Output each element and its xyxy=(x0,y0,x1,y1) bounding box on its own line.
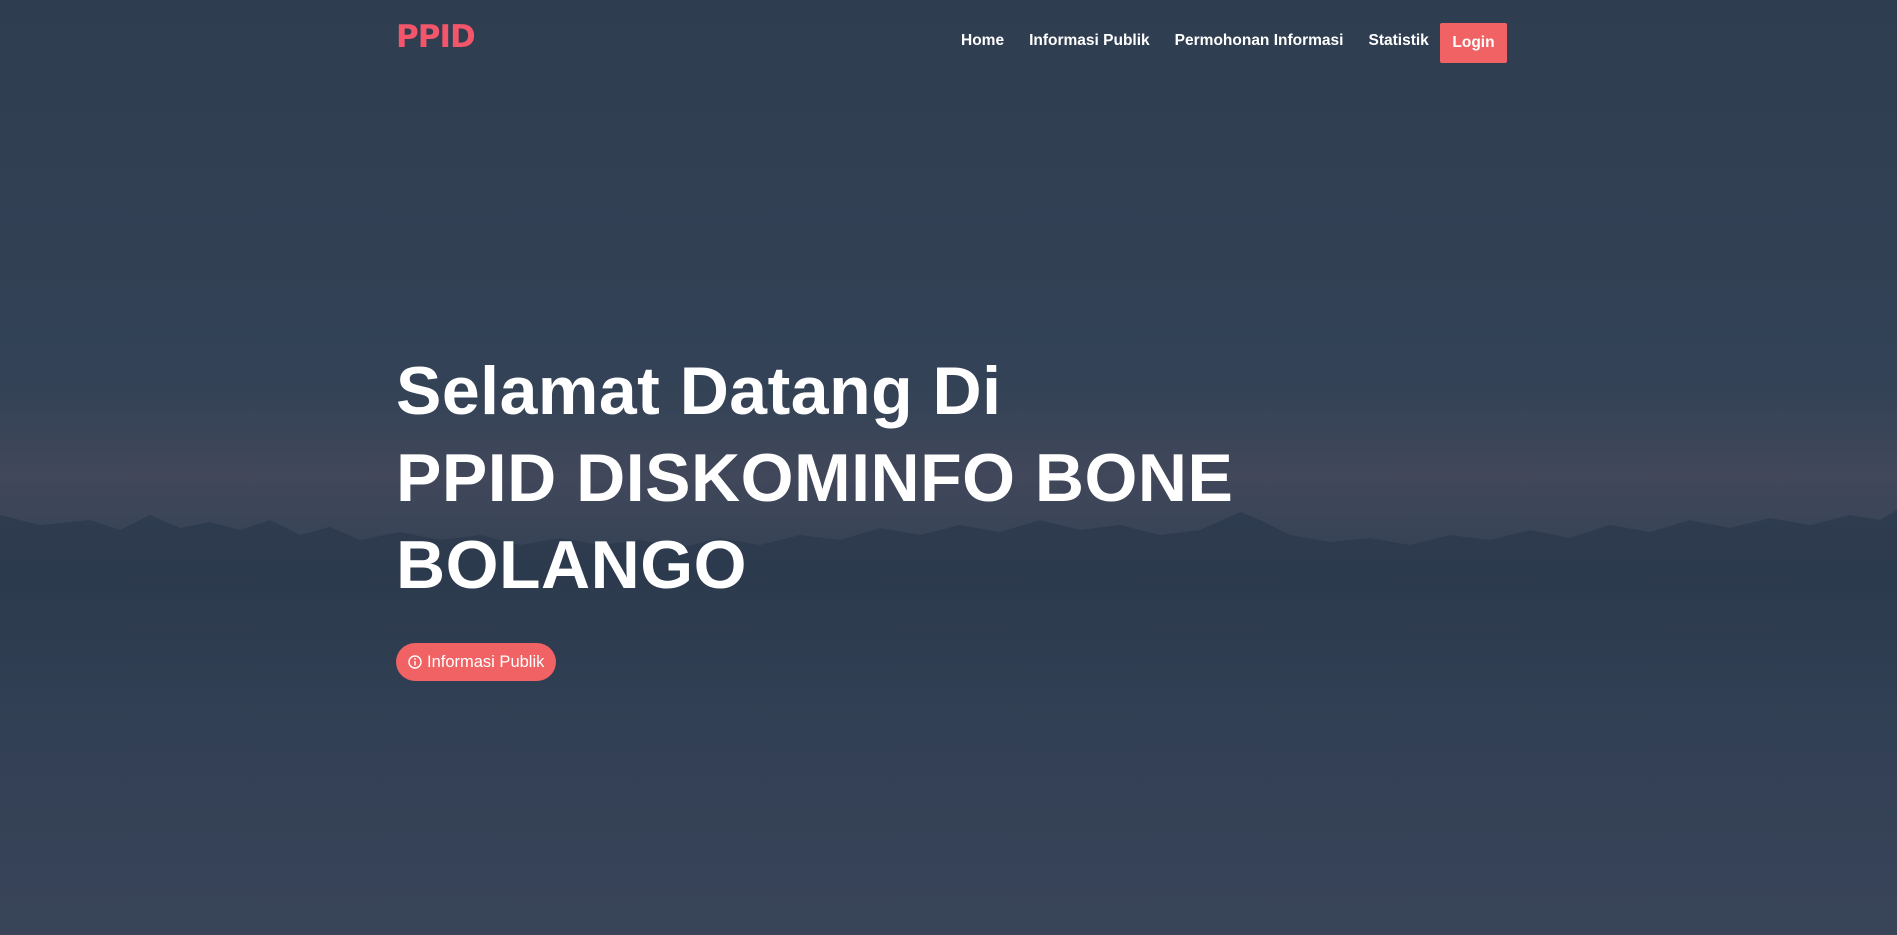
nav-links: Home Informasi Publik Permohonan Informa… xyxy=(961,32,1429,50)
hero-title-line-2: PPID DISKOMINFO BONE xyxy=(396,440,1234,516)
page: PPID Home Informasi Publik Permohonan In… xyxy=(0,0,1897,935)
hero-section: Selamat Datang Di PPID DISKOMINFO BONE B… xyxy=(396,348,1396,609)
nav-link-home[interactable]: Home xyxy=(961,32,1004,50)
nav-link-informasi-publik[interactable]: Informasi Publik xyxy=(1029,32,1150,50)
nav-link-statistik[interactable]: Statistik xyxy=(1368,32,1428,50)
hero-title-line-3: BOLANGO xyxy=(396,527,748,603)
navbar: PPID Home Informasi Publik Permohonan In… xyxy=(0,0,1897,80)
hero-title-line-1: Selamat Datang Di xyxy=(396,353,1002,429)
hero-title: Selamat Datang Di PPID DISKOMINFO BONE B… xyxy=(396,348,1396,609)
informasi-publik-button-label: Informasi Publik xyxy=(427,652,545,671)
informasi-publik-button[interactable]: Informasi Publik xyxy=(396,643,557,681)
info-circle-icon xyxy=(408,655,422,669)
logo-text: PPID xyxy=(396,19,476,55)
nav-link-permohonan-informasi[interactable]: Permohonan Informasi xyxy=(1175,32,1344,50)
login-button[interactable]: Login xyxy=(1440,23,1507,63)
logo[interactable]: PPID xyxy=(396,19,476,55)
